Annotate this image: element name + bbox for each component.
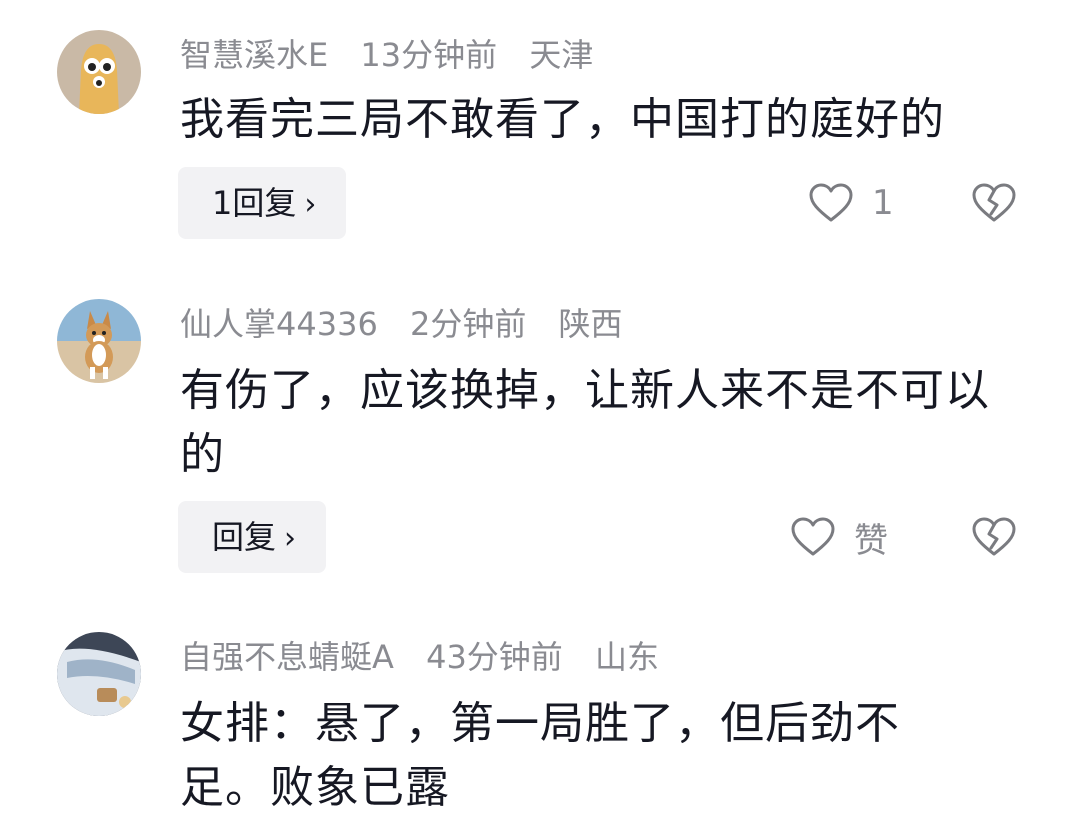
comment-meta: 自强不息蜻蜓A 43分钟前 山东 xyxy=(180,637,681,677)
reply-label: 回复 xyxy=(212,518,277,556)
avatar[interactable] xyxy=(57,632,141,716)
location: 山东 xyxy=(594,638,659,676)
corgi-dog-avatar-icon xyxy=(57,299,141,383)
comment-text: 我看完三局不敢看了，中国打的庭好的 xyxy=(180,94,945,145)
timestamp: 43分钟前 xyxy=(426,638,563,676)
location: 天津 xyxy=(529,36,594,74)
cartoon-character-avatar-icon xyxy=(57,30,141,114)
reply-label: 1回复 xyxy=(212,184,297,222)
comment-text: 有伤了，应该换掉，让新人来不是不可以的 xyxy=(180,365,990,480)
comment-meta: 智慧溪水E 13分钟前 天津 xyxy=(180,35,615,75)
avatar[interactable] xyxy=(57,30,141,114)
reply-button[interactable]: 回复 › xyxy=(178,501,327,573)
car-door-avatar-icon xyxy=(57,632,141,716)
chevron-right-icon: › xyxy=(284,521,297,556)
avatar[interactable] xyxy=(57,299,141,383)
broken-heart-icon[interactable] xyxy=(971,182,1017,224)
username[interactable]: 智慧溪水E xyxy=(180,36,328,74)
broken-heart-icon[interactable] xyxy=(971,516,1017,558)
username[interactable]: 仙人掌44336 xyxy=(180,305,378,343)
heart-icon xyxy=(809,183,853,222)
chevron-right-icon: › xyxy=(304,187,317,222)
like-button[interactable]: 赞 xyxy=(790,512,888,562)
username[interactable]: 自强不息蜻蜓A xyxy=(180,638,394,676)
like-count: 赞 xyxy=(854,520,888,561)
location: 陕西 xyxy=(558,305,623,343)
timestamp: 13分钟前 xyxy=(360,36,498,74)
timestamp: 2分钟前 xyxy=(409,305,527,343)
reply-button[interactable]: 1回复 › xyxy=(178,167,347,239)
heart-icon xyxy=(791,517,835,556)
comment-meta: 仙人掌44336 2分钟前 陕西 xyxy=(180,304,645,344)
comment-text: 女排：悬了，第一局胜了，但后劲不足。败象已露 xyxy=(180,698,900,813)
like-button[interactable]: 1 xyxy=(808,178,894,228)
like-count: 1 xyxy=(872,183,894,223)
